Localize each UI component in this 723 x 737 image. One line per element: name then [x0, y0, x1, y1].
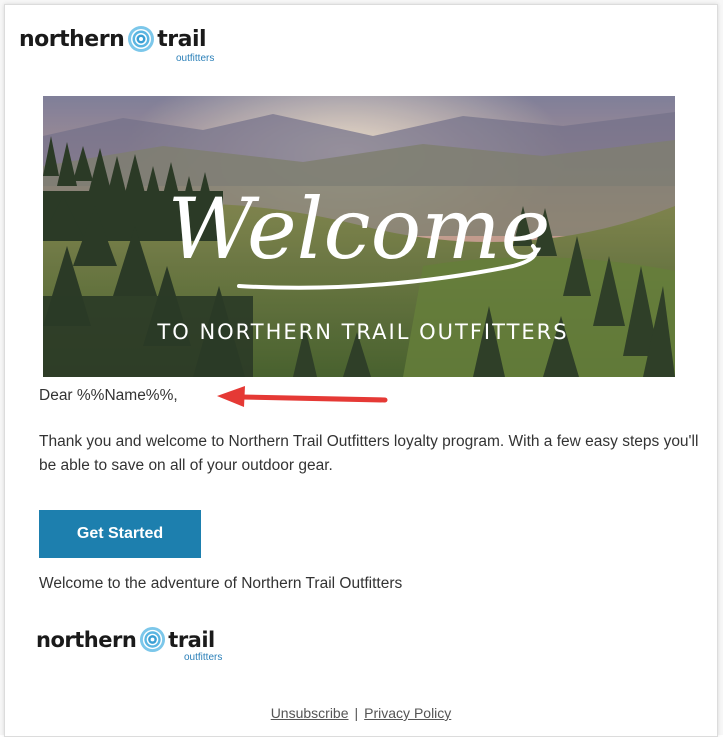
closing-text: Welcome to the adventure of Northern Tra… [39, 575, 403, 592]
footer-links: Unsubscribe | Privacy Policy [5, 705, 717, 721]
compass-emblem-icon [128, 26, 155, 52]
body-paragraph: Thank you and welcome to Northern Trail … [39, 433, 699, 474]
privacy-policy-link[interactable]: Privacy Policy [364, 705, 451, 721]
logo-word-trail: trail [168, 628, 215, 652]
compass-emblem-icon [140, 626, 166, 653]
logo-tagline: outfitters [176, 53, 215, 64]
brand-logo-footer: northern trail outfitters [36, 626, 222, 663]
greeting-text: Dear %%Name%%, [39, 387, 178, 404]
logo-tagline: outfitters [184, 652, 223, 663]
logo-word-northern: northern [36, 628, 137, 652]
logo-word-trail: trail [157, 27, 207, 52]
email-preview-frame: northern trail outfitters Welcome TO NOR… [0, 0, 723, 737]
footer-separator: | [354, 705, 359, 721]
unsubscribe-link[interactable]: Unsubscribe [271, 705, 349, 721]
hero-subheadline: TO NORTHERN TRAIL OUTFITTERS [156, 320, 568, 344]
arrow-left-icon [217, 386, 388, 407]
email-card: northern trail outfitters Welcome TO NOR… [4, 4, 718, 737]
brand-logo-header: northern trail outfitters [19, 26, 214, 64]
hero-banner-image: Welcome TO NORTHERN TRAIL OUTFITTERS [43, 96, 675, 377]
logo-word-northern: northern [19, 27, 125, 52]
get-started-button[interactable]: Get Started [39, 510, 201, 558]
hero-headline: Welcome [167, 180, 550, 278]
